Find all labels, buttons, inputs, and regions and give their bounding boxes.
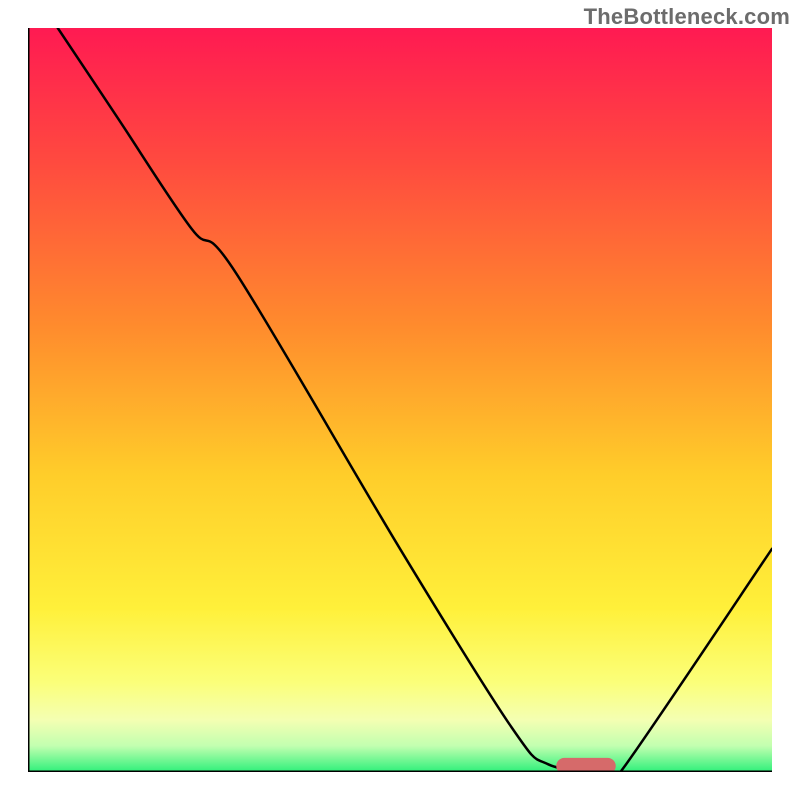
minimum-marker — [556, 758, 616, 772]
plot-area — [28, 28, 772, 772]
gradient-background — [28, 28, 772, 772]
chart-svg — [28, 28, 772, 772]
watermark-label: TheBottleneck.com — [584, 4, 790, 30]
chart-stage: TheBottleneck.com — [0, 0, 800, 800]
